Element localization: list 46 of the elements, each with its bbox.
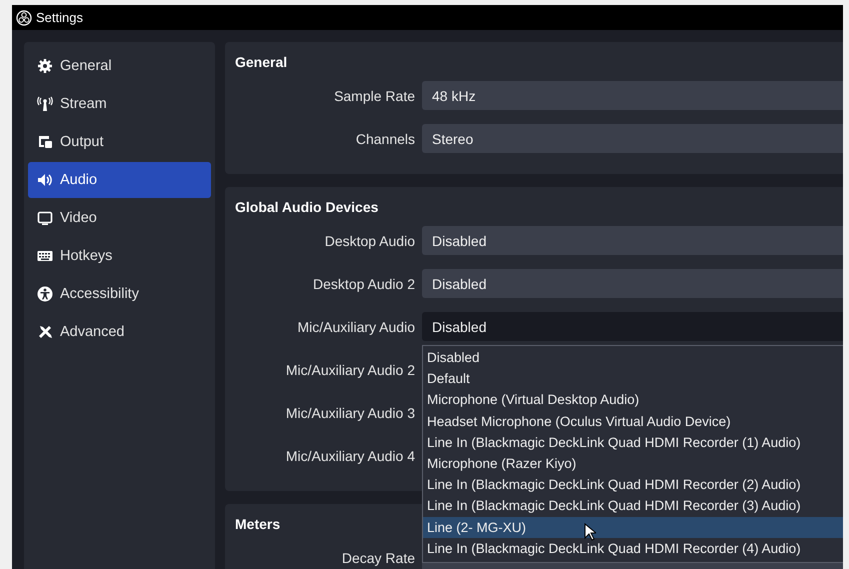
dropdown-option[interactable]: Headset Microphone (Oculus Virtual Audio Device) — [423, 410, 843, 432]
tools-icon — [37, 324, 53, 340]
field-label: Mic/Auxiliary Audio 3 — [284, 404, 415, 420]
section-title: Meters — [235, 515, 280, 533]
dropdown-field[interactable]: Stereo — [422, 124, 843, 153]
dropdown-option[interactable]: Disabled — [423, 347, 843, 368]
sidebar-item[interactable]: Hotkeys — [28, 238, 211, 274]
dropdown-option[interactable]: Line In (Blackmagic DeckLink Quad HDMI Recorder (1) Audio) — [423, 432, 843, 453]
monitor-icon — [37, 210, 53, 226]
dropdown-option[interactable]: Line (2- MG-XU) — [423, 516, 843, 538]
dropdown-field[interactable]: Disabled — [422, 312, 843, 341]
sidebar-item[interactable]: Accessibility — [28, 276, 211, 312]
sidebar-item[interactable]: Output — [28, 124, 211, 160]
field-label: Mic/Auxiliary Audio 4 — [284, 448, 415, 464]
antenna-icon — [37, 96, 53, 112]
dropdown-field[interactable]: 48 kHz — [422, 81, 843, 110]
cursor-icon — [584, 522, 596, 540]
dropdown-field[interactable]: Disabled — [422, 226, 843, 255]
dropdown-field[interactable]: Disabled — [422, 269, 843, 298]
field-label: Mic/Auxiliary Audio — [296, 318, 415, 334]
field-label: Decay Rate — [340, 550, 415, 566]
gear-icon — [37, 58, 53, 74]
field-label: Channels — [354, 130, 415, 146]
window-title: Settings — [36, 10, 83, 25]
dropdown-option[interactable]: Line In (Blackmagic DeckLink Quad HDMI Recorder (3) Audio) — [423, 495, 843, 516]
dropdown-option[interactable]: Microphone (Virtual Desktop Audio) — [423, 389, 843, 411]
keyboard-icon — [37, 248, 53, 264]
field-label: Desktop Audio — [324, 232, 415, 248]
field-label: Desktop Audio 2 — [312, 276, 415, 292]
sidebar-item[interactable]: Stream — [28, 86, 211, 122]
logo-icon — [16, 10, 32, 26]
dropdown-option[interactable]: Line In (Blackmagic DeckLink Quad HDMI Recorder (4) Audio) — [423, 538, 843, 559]
section-title: General — [235, 53, 288, 71]
sidebar-item[interactable]: General — [28, 48, 211, 84]
sidebar-item[interactable]: Audio — [28, 162, 211, 198]
dropdown-option[interactable]: Microphone (Razer Kiyo) — [423, 452, 843, 474]
section-title: Global Audio Devices — [235, 198, 378, 216]
dropdown-option[interactable]: Default — [423, 368, 843, 390]
dropdown-option[interactable]: Line In (Blackmagic DeckLink Quad HDMI Recorder (2) Audio) — [423, 474, 843, 496]
field-label: Mic/Auxiliary Audio 2 — [284, 362, 415, 378]
output-icon — [37, 134, 53, 150]
sidebar-item[interactable]: Video — [28, 200, 211, 236]
accessibility-icon — [37, 286, 53, 302]
speaker-icon — [37, 172, 53, 188]
sidebar-item[interactable]: Advanced — [28, 314, 211, 350]
field-label: Sample Rate — [333, 88, 415, 104]
